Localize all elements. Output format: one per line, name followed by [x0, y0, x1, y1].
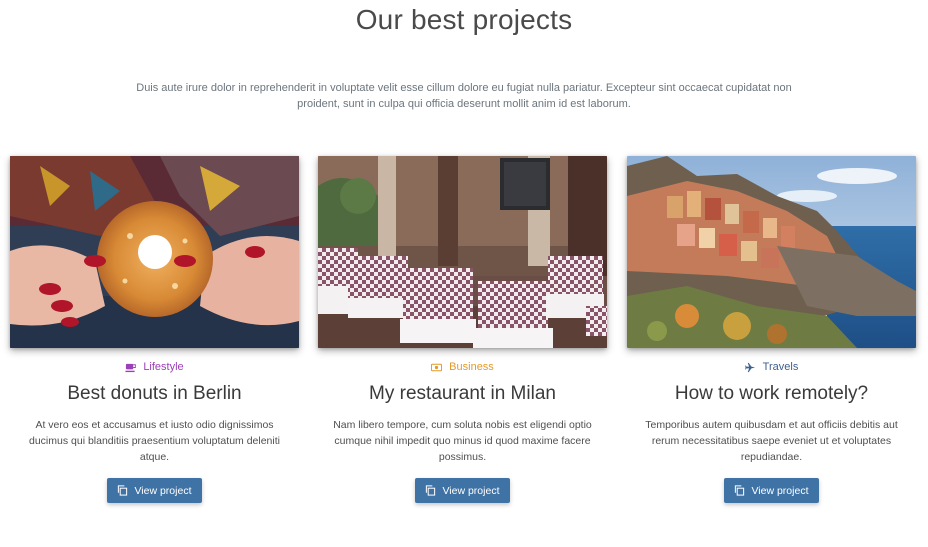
view-project-button[interactable]: View project — [415, 478, 510, 503]
card-title: My restaurant in Milan — [369, 383, 556, 404]
card-text: Nam libero tempore, cum soluta nobis est… — [333, 419, 592, 463]
copy-icon — [735, 485, 745, 496]
view-project-button[interactable]: View project — [724, 478, 819, 503]
project-card-restaurant: Business My restaurant in Milan Nam libe… — [318, 156, 607, 503]
money-bill-icon — [431, 363, 443, 371]
button-label: View project — [442, 484, 500, 497]
copy-icon — [426, 485, 436, 496]
coffee-cup-icon — [125, 363, 137, 372]
category-text: Travels — [762, 361, 799, 373]
coastal-village-photo[interactable] — [627, 156, 916, 348]
category-text: Lifestyle — [143, 361, 184, 373]
card-title: Best donuts in Berlin — [67, 383, 242, 404]
section-title: Our best projects — [355, 4, 573, 35]
project-card-travel: Travels How to work remotely? Temporibus… — [627, 156, 916, 503]
category-label: Business — [318, 360, 607, 374]
button-label: View project — [134, 484, 192, 497]
restaurant-photo[interactable] — [318, 156, 607, 348]
plane-icon — [744, 362, 755, 372]
category-label: Travels — [627, 360, 916, 374]
section-lead: Duis aute irure dolor in reprehenderit i… — [136, 82, 792, 110]
button-label: View project — [751, 484, 809, 497]
card-text: At vero eos et accusamus et iusto odio d… — [29, 419, 280, 463]
donut-photo[interactable] — [10, 156, 299, 348]
card-title: How to work remotely? — [674, 383, 869, 404]
category-text: Business — [449, 361, 494, 373]
view-project-button[interactable]: View project — [107, 478, 202, 503]
copy-icon — [118, 485, 128, 496]
card-text: Temporibus autem quibusdam et aut offici… — [645, 419, 898, 463]
project-card-donuts: Lifestyle Best donuts in Berlin At vero … — [10, 156, 299, 503]
category-label: Lifestyle — [10, 360, 299, 374]
